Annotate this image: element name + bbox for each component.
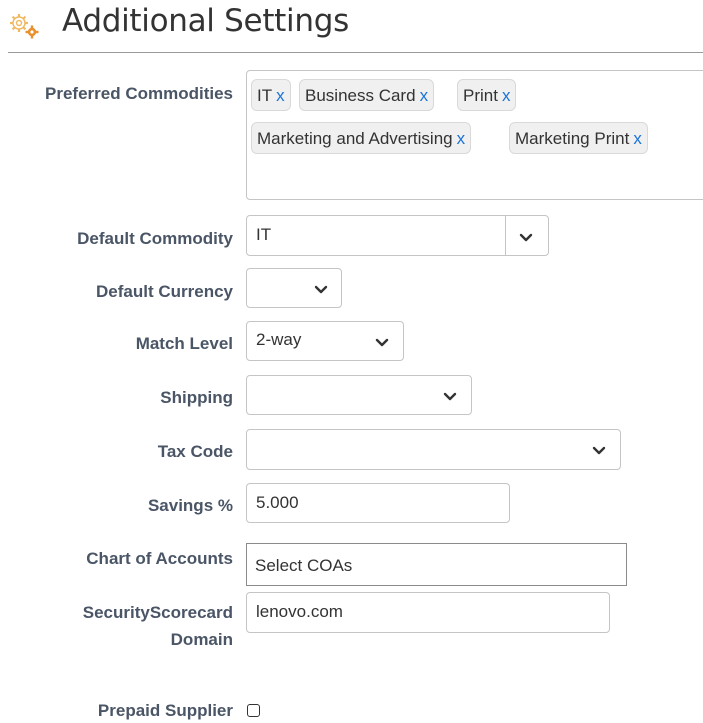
- preferred-commodities-label: Preferred Commodities: [45, 84, 233, 103]
- select-divider: [505, 216, 506, 256]
- match-level-label: Match Level: [135, 334, 233, 353]
- preferred-commodities-field[interactable]: IT x Business Card x Print x Marketing and …: [246, 70, 703, 200]
- commodity-tag: Marketing and Advertising x: [251, 122, 472, 154]
- savings-label: Savings %: [147, 496, 233, 515]
- commodity-tag: Print x: [457, 79, 517, 111]
- page-title: Additional Settings: [62, 3, 349, 39]
- shipping-select[interactable]: [246, 375, 472, 415]
- remove-tag-button[interactable]: x: [276, 86, 285, 105]
- savings-value: 5.000: [256, 493, 299, 512]
- tax-code-select[interactable]: [246, 429, 621, 470]
- savings-input[interactable]: 5.000: [246, 483, 510, 523]
- match-level-value: 2-way: [256, 330, 302, 349]
- chart-of-accounts-label: Chart of Accounts: [86, 549, 233, 568]
- match-level-select[interactable]: 2-way: [246, 321, 404, 361]
- commodity-tag: Marketing Print x: [509, 122, 648, 154]
- tax-code-label: Tax Code: [157, 442, 233, 461]
- gear-icon: [10, 14, 39, 39]
- security-scorecard-label-line2: Domain: [170, 630, 233, 649]
- chevron-down-icon: [592, 446, 606, 455]
- remove-tag-button[interactable]: x: [457, 129, 466, 148]
- commodity-tag-label: Print: [463, 86, 498, 105]
- chevron-down-icon: [375, 338, 389, 347]
- security-scorecard-domain-input[interactable]: lenovo.com: [246, 592, 610, 633]
- chart-of-accounts-value: Select COAs: [255, 556, 353, 575]
- commodity-tag: Business Card x: [299, 79, 435, 111]
- chevron-down-icon: [519, 233, 533, 242]
- remove-tag-button[interactable]: x: [502, 86, 511, 105]
- chevron-down-icon: [443, 392, 457, 401]
- default-commodity-value: IT: [256, 225, 272, 244]
- shipping-label: Shipping: [160, 388, 233, 407]
- commodity-tag-label: Marketing and Advertising: [257, 129, 453, 148]
- commodity-tag: IT x: [251, 79, 291, 111]
- commodity-tag-label: Marketing Print: [515, 129, 630, 148]
- chart-of-accounts-select[interactable]: Select COAs: [246, 543, 627, 586]
- default-currency-label: Default Currency: [96, 282, 233, 301]
- security-scorecard-value: lenovo.com: [256, 602, 343, 621]
- remove-tag-button[interactable]: x: [633, 129, 642, 148]
- security-scorecard-label-line1: SecurityScorecard: [82, 603, 233, 622]
- commodity-tag-label: IT: [257, 86, 273, 105]
- section-header: Additional Settings: [8, 0, 703, 53]
- remove-tag-button[interactable]: x: [420, 86, 429, 105]
- default-commodity-select[interactable]: IT: [246, 215, 549, 256]
- default-currency-select[interactable]: [246, 268, 342, 308]
- commodity-tag-label: Business Card: [305, 86, 416, 105]
- prepaid-supplier-label: Prepaid Supplier: [97, 701, 233, 720]
- default-commodity-label: Default Commodity: [77, 229, 233, 248]
- chevron-down-icon: [314, 285, 328, 294]
- prepaid-supplier-checkbox[interactable]: [247, 704, 260, 717]
